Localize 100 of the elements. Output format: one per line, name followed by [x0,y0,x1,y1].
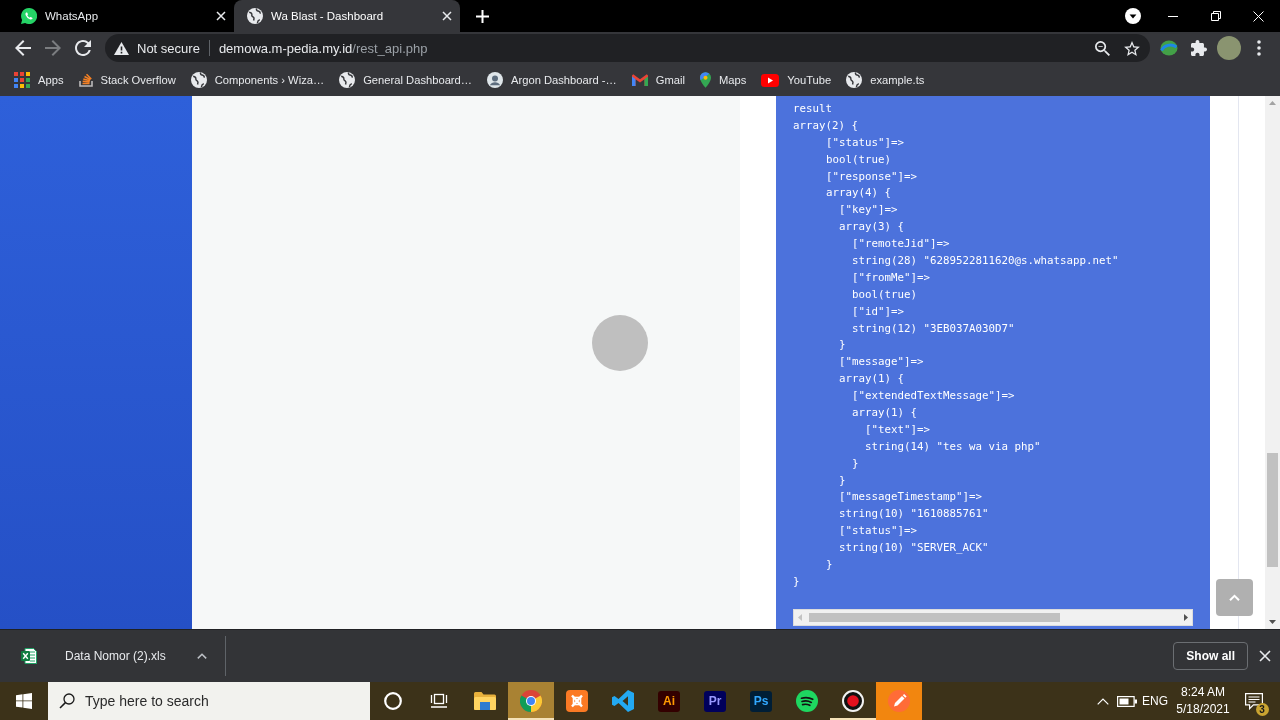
code-line: string(14) "tes wa via php" [865,438,1041,455]
code-line: ["messageTimestamp"]=> [839,489,982,506]
play-icon [761,73,780,87]
code-line: array(1) { [852,405,917,422]
sound-waves-icon [796,690,818,712]
cross-tile-icon [566,690,588,712]
taskbar-button[interactable]: Ai [646,682,692,720]
browser-tab[interactable]: Wa Blast - Dashboard [234,0,460,32]
code-line: string(10) "SERVER_ACK" [839,540,989,557]
warning-icon[interactable] [114,41,129,55]
url-text[interactable]: demowa.m-pedia.my.id/rest_api.php [218,40,428,56]
bookmark-item[interactable]: Maps [693,66,753,94]
address-bar[interactable]: Not secure demowa.m-pedia.my.id/rest_api.php [105,34,1150,62]
ring-icon [384,692,402,710]
chat-bubble-icon [21,8,37,24]
scroll-right-arrow-icon[interactable] [1184,614,1188,621]
globe-icon [846,72,863,88]
bookmark-item[interactable]: Argon Dashboard -… [481,66,623,94]
code-line: string(28) "6289522811620@s.whatsapp.net" [852,253,1119,269]
code-line: array(3) { [839,219,904,236]
close-icon[interactable] [442,11,452,21]
code-line: ["status"]=> [826,134,904,151]
code-line: result [793,101,832,117]
code-line: ["text"]=> [865,421,930,438]
taskbar-button[interactable]: Ps [738,682,784,720]
bookmark-item[interactable]: Gmail [625,66,691,94]
browser-icon [520,690,542,712]
avatar-icon [487,72,503,88]
puzzle-icon[interactable] [1191,40,1207,56]
close-icon[interactable] [216,11,226,21]
search-field[interactable]: Type here to search [48,682,370,720]
download-file-name[interactable]: Data Nomor (2).xls [65,649,166,663]
apps-grid-icon [14,72,30,88]
map-pin-icon [699,72,711,88]
code-line: } [839,472,846,489]
app-tile: Ps [750,690,772,712]
code-line: ["fromMe"]=> [852,269,930,286]
ribbon-icon [612,690,634,712]
vertical-scrollbar[interactable] [1265,96,1280,629]
bookmark-item[interactable]: YouTube [755,66,838,94]
code-line: } [852,455,859,472]
swirl-icon[interactable] [1160,40,1178,56]
app-tile: Ai [658,690,680,712]
loader-circle [592,315,648,371]
notification-count: 3 [1255,702,1269,716]
code-line: array(1) { [839,371,904,388]
avatar-icon[interactable] [1217,36,1241,60]
bookmark-item[interactable]: General Dashboard… [333,66,478,94]
clock-date[interactable]: 5/18/2021 [1176,701,1230,718]
stack-icon [78,73,93,87]
spreadsheet-file-icon[interactable] [21,648,37,664]
globe-icon [339,72,356,88]
code-line: ["remoteJid"]=> [852,236,950,253]
globe-icon [190,72,207,88]
plus-icon[interactable] [476,9,489,23]
windows-logo-icon [16,693,32,709]
kebab-menu-icon[interactable] [1257,40,1261,56]
battery-icon[interactable] [1117,695,1137,707]
dropdown-circle-icon[interactable] [1125,8,1141,24]
code-line: ["message"]=> [839,354,924,371]
code-line: } [793,573,800,590]
app-tile: Pr [704,690,726,712]
chevron-up-icon[interactable] [197,653,207,659]
reload-icon[interactable] [75,40,91,56]
star-icon[interactable] [1124,40,1140,56]
mail-icon [631,74,648,86]
taskbar-button[interactable]: Pr [692,682,738,720]
globe-icon [247,8,263,24]
record-icon [842,690,864,712]
security-label[interactable]: Not secure [137,40,200,56]
bookmark-item[interactable]: Apps [8,66,70,94]
code-line: ["id"]=> [852,303,904,320]
code-line: array(2) { [793,117,858,134]
language-indicator[interactable]: ENG [1142,694,1168,708]
scroll-down-arrow-icon[interactable] [1269,620,1276,624]
show-all-button[interactable]: Show all [1173,642,1248,670]
horizontal-scrollbar[interactable] [793,609,1193,626]
restore-icon[interactable] [1210,11,1221,21]
browser-tab[interactable]: WhatsApp [8,0,234,32]
bookmark-item[interactable]: Stack Overflow [72,66,182,94]
code-line: ["response"]=> [826,168,917,185]
minimize-icon[interactable] [1167,15,1178,17]
code-line: } [839,337,846,354]
zoom-out-icon[interactable] [1094,40,1110,56]
pen-circle-icon [888,690,910,712]
scrollbar-thumb[interactable] [809,613,1060,622]
search-icon [59,693,75,709]
bookmark-item[interactable]: Components › Wiza… [184,66,331,94]
close-icon[interactable] [1259,650,1271,662]
scrollbar-thumb[interactable] [1267,453,1278,567]
code-line: bool(true) [826,151,891,168]
chevron-up-icon [1229,594,1240,601]
code-line: } [826,557,833,574]
back-arrow-icon[interactable] [15,40,31,56]
code-line: ["key"]=> [839,202,898,219]
bookmark-item[interactable]: example.ts [840,66,931,94]
code-line: ["status"]=> [839,523,917,540]
folder-icon [474,692,496,710]
code-line: bool(true) [852,286,917,303]
clock-time[interactable]: 8:24 AM [1181,684,1225,701]
